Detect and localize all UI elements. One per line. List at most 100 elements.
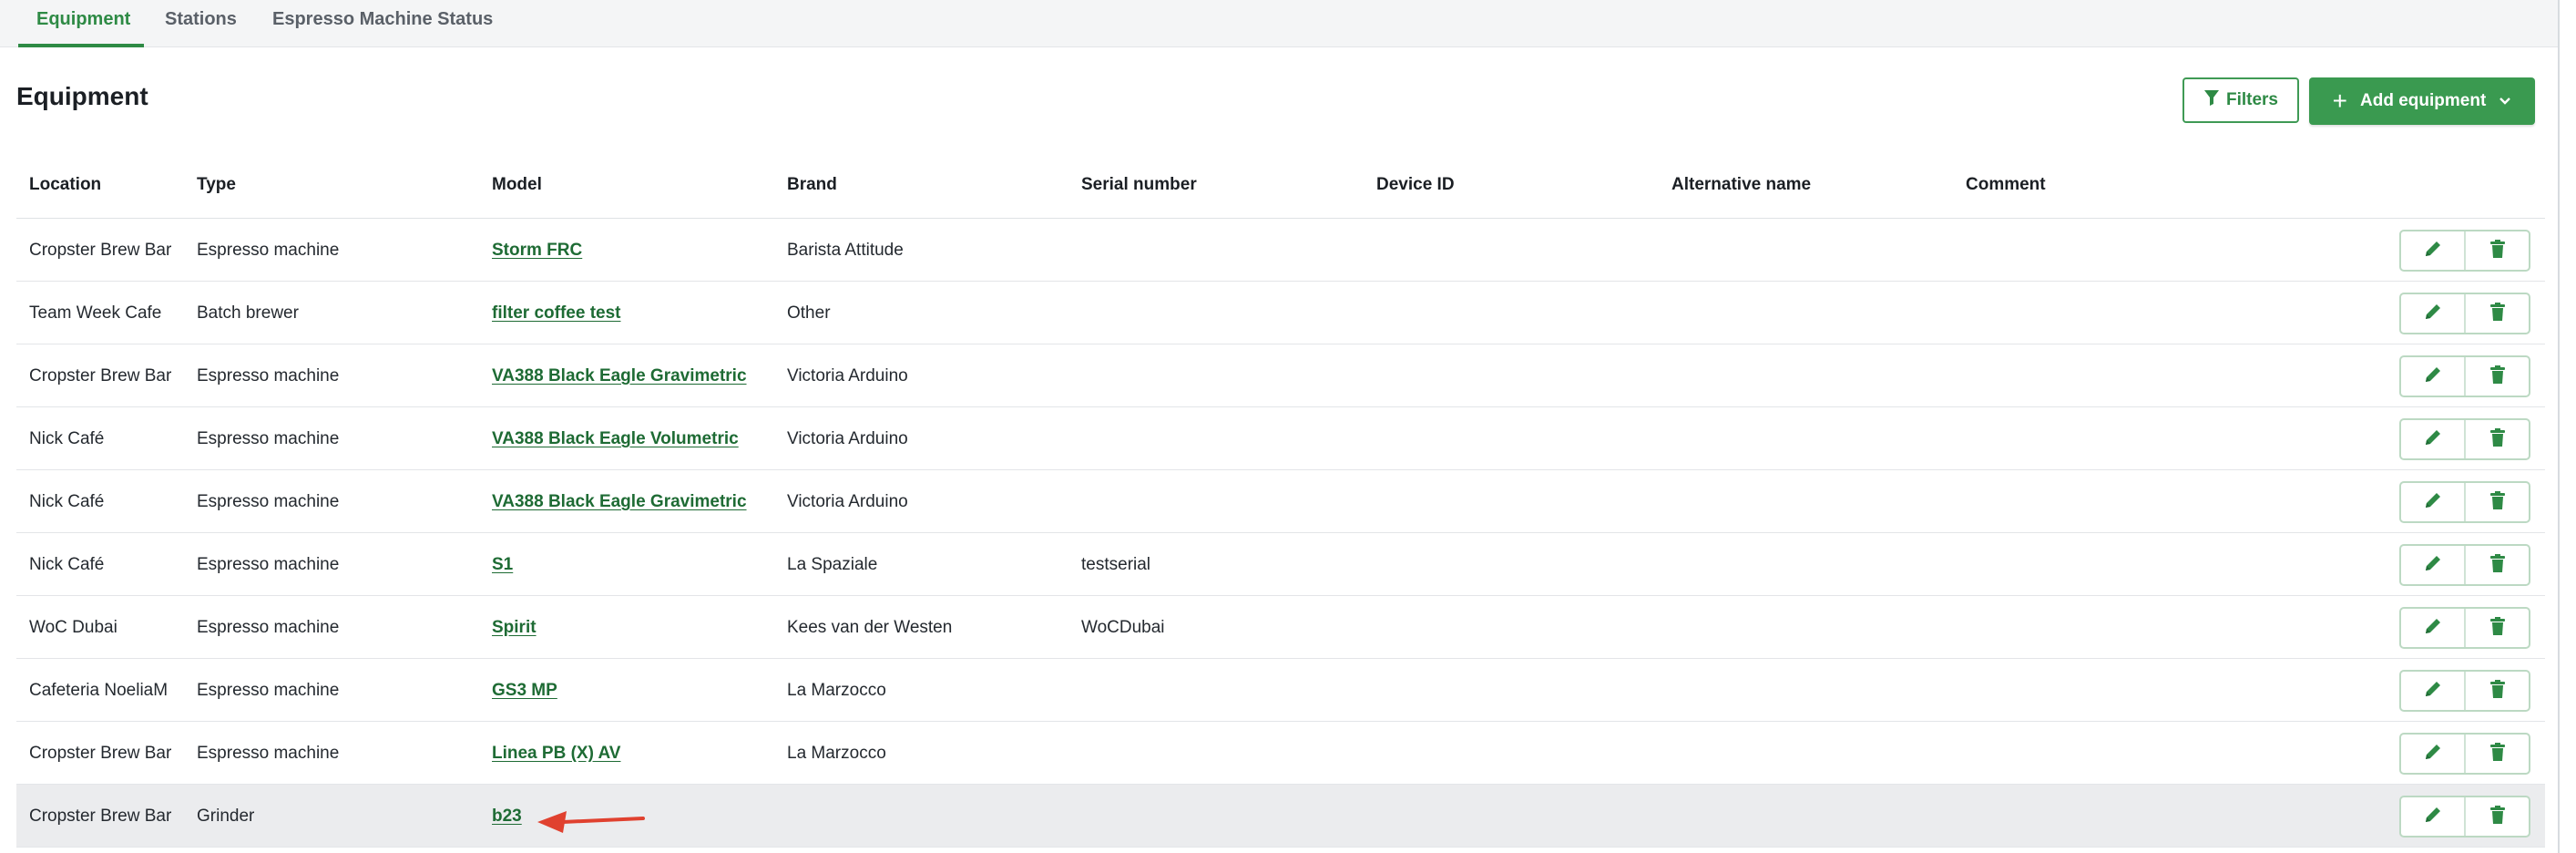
- row-actions: [2399, 418, 2530, 460]
- brand-cell: Victoria Arduino: [787, 366, 908, 385]
- table-row: Cropster Brew Bar Grinder b23: [16, 785, 2545, 848]
- trash-icon: [2489, 427, 2507, 452]
- pencil-icon: [2423, 302, 2443, 326]
- trash-icon: [2489, 490, 2507, 515]
- pencil-icon: [2423, 742, 2443, 766]
- serial-number-cell: WoCDubai: [1081, 618, 1165, 637]
- model-link[interactable]: VA388 Black Eagle Gravimetric: [492, 366, 747, 386]
- model-link[interactable]: VA388 Black Eagle Volumetric: [492, 429, 739, 449]
- type-cell: Espresso machine: [197, 241, 340, 260]
- type-cell: Espresso machine: [197, 492, 340, 511]
- brand-cell: La Marzocco: [787, 681, 886, 700]
- tab-stations[interactable]: Stations: [165, 0, 237, 47]
- brand-cell: La Spaziale: [787, 555, 878, 574]
- type-cell: Espresso machine: [197, 618, 340, 637]
- column-header-serial-number[interactable]: Serial number: [1081, 175, 1197, 195]
- trash-icon: [2489, 553, 2507, 578]
- row-actions: [2399, 230, 2530, 272]
- edit-button[interactable]: [2401, 609, 2464, 647]
- trash-icon: [2489, 679, 2507, 704]
- column-header-type[interactable]: Type: [197, 175, 236, 195]
- column-header-location[interactable]: Location: [29, 175, 101, 195]
- table-body: Cropster Brew Bar Espresso machine Storm F…: [16, 219, 2545, 848]
- edit-button[interactable]: [2401, 483, 2464, 521]
- filters-button[interactable]: Filters: [2182, 77, 2299, 123]
- model-link[interactable]: Storm FRC: [492, 241, 582, 261]
- edit-button[interactable]: [2401, 797, 2464, 836]
- add-equipment-button[interactable]: + Add equipment: [2309, 77, 2535, 125]
- type-cell: Espresso machine: [197, 681, 340, 700]
- pencil-icon: [2423, 365, 2443, 389]
- serial-number-cell: testserial: [1081, 555, 1151, 574]
- model-link[interactable]: VA388 Black Eagle Gravimetric: [492, 492, 747, 512]
- delete-button[interactable]: [2464, 231, 2529, 270]
- model-link[interactable]: Spirit: [492, 618, 537, 638]
- model-link[interactable]: filter coffee test: [492, 303, 620, 324]
- brand-cell: Other: [787, 303, 831, 323]
- table-row: Nick Café Espresso machine VA388 Black Eag…: [16, 407, 2545, 470]
- pencil-icon: [2423, 679, 2443, 704]
- trash-icon: [2489, 302, 2507, 326]
- tab-espresso-machine-status[interactable]: Espresso Machine Status: [272, 0, 493, 47]
- location-cell: Cropster Brew Bar: [29, 366, 172, 385]
- brand-cell: Barista Attitude: [787, 241, 904, 260]
- row-actions: [2399, 796, 2530, 838]
- edit-button[interactable]: [2401, 735, 2464, 773]
- tab-bar: Equipment Stations Espresso Machine Stat…: [0, 0, 2558, 47]
- model-link[interactable]: Linea PB (X) AV: [492, 744, 620, 764]
- column-header-device-id[interactable]: Device ID: [1376, 175, 1455, 195]
- edit-button[interactable]: [2401, 672, 2464, 710]
- table-row: Cropster Brew Bar Espresso machine Linea P…: [16, 722, 2545, 785]
- equipment-table: Location Type Model Brand Serial number …: [16, 153, 2545, 848]
- plus-icon: +: [2332, 87, 2348, 115]
- type-cell: Espresso machine: [197, 744, 340, 763]
- model-link[interactable]: GS3 MP: [492, 681, 557, 701]
- edit-button[interactable]: [2401, 231, 2464, 270]
- pencil-icon: [2423, 239, 2443, 263]
- edit-button[interactable]: [2401, 420, 2464, 458]
- delete-button[interactable]: [2464, 357, 2529, 396]
- row-actions: [2399, 481, 2530, 523]
- column-header-brand[interactable]: Brand: [787, 175, 837, 195]
- table-row: Nick Café Espresso machine S1 La Spaziale te…: [16, 533, 2545, 596]
- trash-icon: [2489, 616, 2507, 641]
- delete-button[interactable]: [2464, 797, 2529, 836]
- delete-button[interactable]: [2464, 294, 2529, 333]
- trash-icon: [2489, 365, 2507, 389]
- row-actions: [2399, 544, 2530, 586]
- column-header-comment[interactable]: Comment: [1966, 175, 2046, 195]
- column-header-model[interactable]: Model: [492, 175, 542, 195]
- row-actions: [2399, 607, 2530, 649]
- table-row: Team Week Cafe Batch brewer filter coffee …: [16, 282, 2545, 344]
- location-cell: Nick Café: [29, 429, 105, 448]
- brand-cell: La Marzocco: [787, 744, 886, 763]
- tab-equipment[interactable]: Equipment: [18, 0, 144, 47]
- delete-button[interactable]: [2464, 483, 2529, 521]
- delete-button[interactable]: [2464, 546, 2529, 584]
- type-cell: Batch brewer: [197, 303, 299, 323]
- type-cell: Espresso machine: [197, 429, 340, 448]
- delete-button[interactable]: [2464, 609, 2529, 647]
- pencil-icon: [2423, 553, 2443, 578]
- edit-button[interactable]: [2401, 546, 2464, 584]
- delete-button[interactable]: [2464, 420, 2529, 458]
- location-cell: Nick Café: [29, 492, 105, 511]
- location-cell: Cafeteria NoeliaM: [29, 681, 169, 700]
- model-link[interactable]: b23: [492, 807, 522, 827]
- trash-icon: [2489, 742, 2507, 766]
- edit-button[interactable]: [2401, 357, 2464, 396]
- filter-icon: [2203, 88, 2220, 112]
- chevron-down-icon[interactable]: [2499, 91, 2511, 111]
- add-equipment-label: Add equipment: [2360, 91, 2487, 110]
- model-link[interactable]: S1: [492, 555, 513, 575]
- column-header-alternative-name[interactable]: Alternative name: [1671, 175, 1811, 195]
- type-cell: Espresso machine: [197, 555, 340, 574]
- brand-cell: Kees van der Westen: [787, 618, 953, 637]
- edit-button[interactable]: [2401, 294, 2464, 333]
- delete-button[interactable]: [2464, 735, 2529, 773]
- row-actions: [2399, 670, 2530, 712]
- red-arrow-icon: [537, 811, 645, 833]
- type-cell: Espresso machine: [197, 366, 340, 385]
- delete-button[interactable]: [2464, 672, 2529, 710]
- row-actions: [2399, 293, 2530, 334]
